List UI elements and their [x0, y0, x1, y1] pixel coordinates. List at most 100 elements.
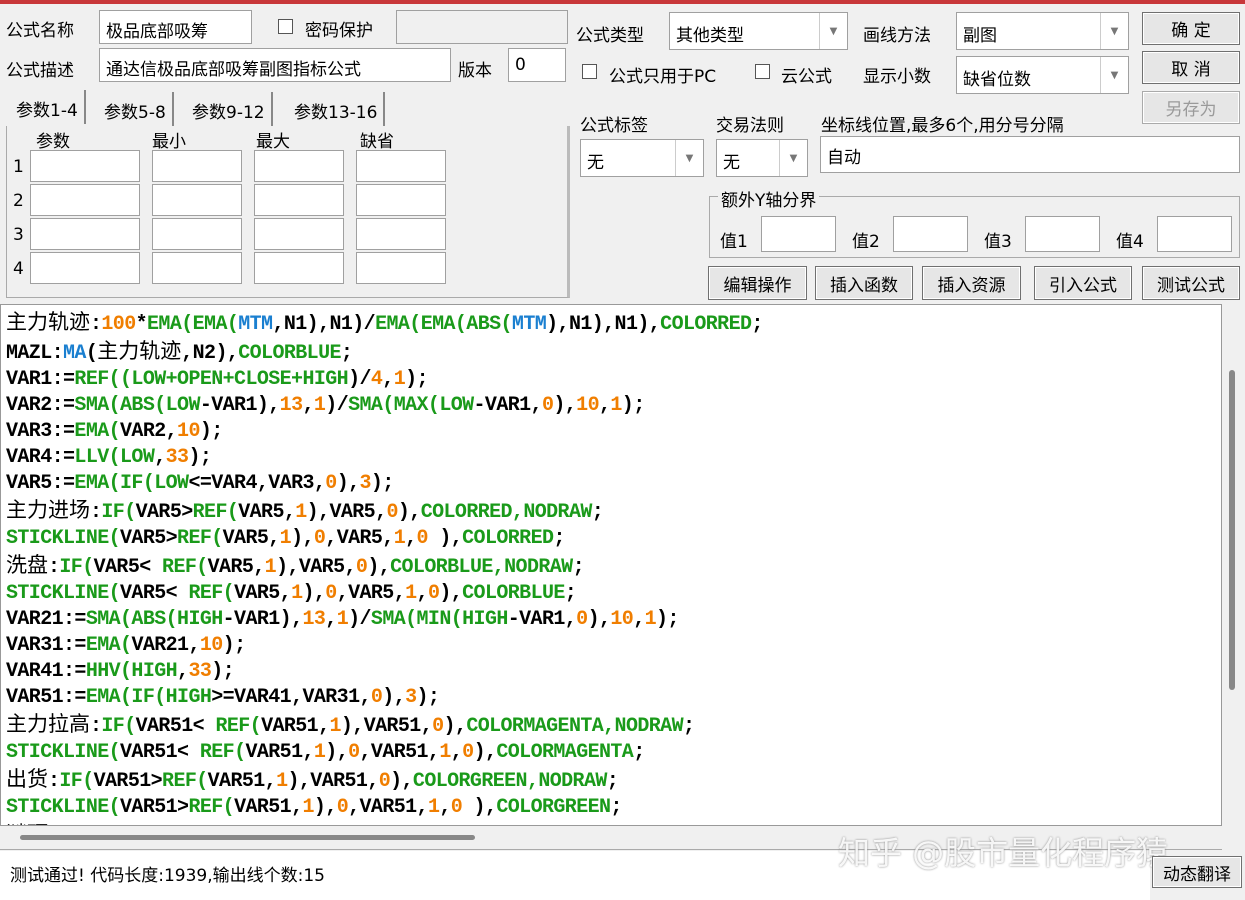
code-text: ),VAR5, — [276, 556, 356, 579]
code-line: 主力进场:IF(VAR5>REF(VAR5,1),VAR5,0),COLORRE… — [6, 497, 1221, 526]
edit-ops-button[interactable]: 编辑操作 — [708, 266, 807, 300]
code-text: , — [405, 527, 417, 550]
insert-resource-button[interactable]: 插入资源 — [922, 266, 1021, 300]
param-cell-缺省[interactable] — [356, 184, 446, 216]
param-cell-缺省[interactable] — [356, 252, 446, 284]
code-function: COLORBLUE — [238, 342, 341, 365]
code-function: REF( — [188, 796, 235, 819]
code-text: : — [90, 313, 102, 336]
code-number: 1 — [610, 394, 622, 417]
code-number: 4 — [370, 368, 383, 391]
cancel-button[interactable]: 取 消 — [1142, 51, 1240, 84]
formula-tag-select[interactable]: 无 ▼ — [580, 139, 704, 177]
chevron-down-icon: ▼ — [1100, 57, 1128, 93]
param-cell-参数[interactable] — [30, 150, 140, 182]
test-formula-button[interactable]: 测试公式 — [1142, 266, 1240, 300]
param-cell-参数[interactable] — [30, 184, 140, 216]
param-cell-最小[interactable] — [152, 150, 242, 182]
save-as-button[interactable]: 另存为 — [1142, 91, 1240, 124]
code-number: 0 — [427, 582, 440, 605]
draw-method-select[interactable]: 副图 ▼ — [956, 12, 1129, 50]
tab-params-5-8[interactable]: 参数5-8 — [98, 92, 174, 126]
code-number: 1 — [427, 796, 440, 819]
param-cell-最小[interactable] — [152, 252, 242, 284]
param-cell-最大[interactable] — [254, 252, 344, 284]
code-text: ), — [302, 582, 326, 605]
ok-button[interactable]: 确 定 — [1142, 12, 1240, 45]
code-number: 1 — [276, 770, 288, 793]
insert-function-button[interactable]: 插入函数 — [815, 266, 913, 300]
code-text: ),VAR51, — [287, 770, 379, 793]
code-name: 主力进场 — [6, 498, 90, 522]
code-number: 1 — [336, 608, 349, 631]
param-cell-最大[interactable] — [254, 218, 344, 250]
code-text: VAR5< — [93, 556, 163, 579]
code-text: ); — [211, 660, 235, 683]
code-number: 1 — [279, 527, 292, 550]
code-function: REF( — [199, 741, 246, 764]
draw-method-value: 副图 — [963, 26, 997, 46]
axis-position-input[interactable]: 自动 — [820, 136, 1240, 173]
code-number: 33 — [165, 446, 189, 469]
param-cell-缺省[interactable] — [356, 218, 446, 250]
code-line: VAR5:=EMA(IF(LOW<=VAR4,VAR3,0),3); — [6, 471, 1221, 497]
code-number: 1 — [264, 556, 277, 579]
code-line: 出货:IF(VAR51>REF(VAR51,1),VAR51,0),COLORG… — [6, 766, 1221, 795]
formula-name-input[interactable]: 极品底部吸筹 — [99, 10, 252, 44]
code-text: , — [154, 446, 166, 469]
pc-only-checkbox[interactable] — [582, 64, 597, 79]
horizontal-scroll-thumb[interactable] — [20, 835, 475, 840]
code-text: ; — [751, 313, 763, 336]
code-number: 1 — [291, 582, 303, 605]
trade-rule-select[interactable]: 无 ▼ — [716, 139, 808, 177]
decimals-select[interactable]: 缺省位数 ▼ — [956, 56, 1129, 94]
code-text: ), — [382, 686, 406, 709]
param-cell-最小[interactable] — [152, 218, 242, 250]
y-value-input-1[interactable] — [761, 216, 836, 252]
y-value-input-4[interactable] — [1157, 216, 1232, 252]
code-text: VAR51, — [261, 715, 330, 738]
param-cell-缺省[interactable] — [356, 150, 446, 182]
code-number: 0 — [355, 556, 368, 579]
code-editor[interactable]: 主力轨迹:100*EMA(EMA(MTM,N1),N1)/EMA(EMA(ABS… — [0, 304, 1222, 826]
code-text: ); — [405, 368, 428, 391]
param-cell-最大[interactable] — [254, 150, 344, 182]
pc-only-label: 公式只用于PC — [609, 67, 717, 87]
formula-desc-input[interactable]: 通达信极品底部吸筹副图指标公式 — [99, 48, 451, 82]
param-cell-最大[interactable] — [254, 184, 344, 216]
import-formula-button[interactable]: 引入公式 — [1034, 266, 1132, 300]
code-function: REF( — [162, 556, 208, 579]
formula-type-select[interactable]: 其他类型 ▼ — [669, 12, 848, 50]
code-text: , — [598, 394, 611, 417]
param-cell-最小[interactable] — [152, 184, 242, 216]
code-text: VAR51:= — [6, 686, 86, 709]
y-value-input-3[interactable] — [1025, 216, 1100, 252]
tab-params-9-12[interactable]: 参数9-12 — [186, 92, 273, 126]
code-text: >=VAR41,VAR31, — [211, 686, 371, 709]
code-line: VAR31:=EMA(VAR21,10); — [6, 633, 1221, 659]
param-row-number: 2 — [13, 191, 24, 211]
version-input[interactable]: 0 — [508, 48, 566, 82]
code-text: VAR51> — [120, 796, 189, 819]
y-value-input-2[interactable] — [893, 216, 968, 252]
tab-params-13-16[interactable]: 参数13-16 — [288, 92, 386, 126]
code-text: ), — [443, 715, 467, 738]
code-function: IF( — [59, 770, 94, 793]
param-cell-参数[interactable] — [30, 218, 140, 250]
code-number: 1 — [644, 608, 657, 631]
code-line: VAR4:=LLV(LOW,33); — [6, 445, 1221, 471]
password-checkbox[interactable] — [278, 19, 293, 34]
code-text: * — [135, 313, 148, 336]
code-function: REF( — [177, 527, 223, 550]
code-number: 33 — [188, 660, 212, 683]
code-text: ), — [291, 527, 314, 550]
param-cell-参数[interactable] — [30, 252, 140, 284]
code-text: ; — [610, 796, 622, 819]
code-text: MAZL: — [6, 342, 64, 365]
code-function: IF( — [101, 501, 136, 524]
vertical-scroll-thumb[interactable] — [1229, 370, 1235, 690]
dynamic-translate-button[interactable]: 动态翻译 — [1152, 856, 1242, 888]
cloud-checkbox[interactable] — [755, 64, 770, 79]
tab-params-1-4[interactable]: 参数1-4 — [10, 90, 86, 124]
code-text: ), — [473, 741, 497, 764]
